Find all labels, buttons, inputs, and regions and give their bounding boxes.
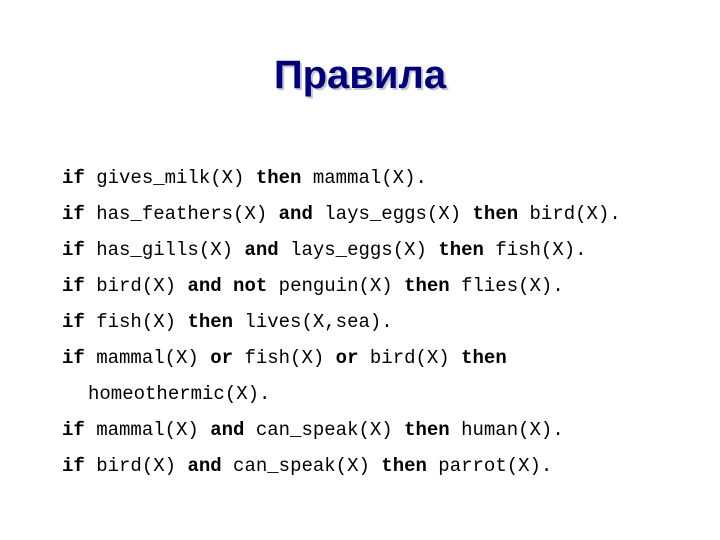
rule-keyword: then — [404, 275, 450, 297]
rule-keyword: and not — [187, 275, 268, 297]
rule-keyword: if — [62, 275, 85, 297]
rule-keyword: then — [438, 239, 484, 261]
rule-bird: if has_feathers(X) and lays_eggs(X) then… — [62, 196, 702, 232]
rule-keyword: if — [62, 347, 85, 369]
presentation-slide: Правила if gives_milk(X) then mammal(X).… — [0, 0, 720, 540]
rules-list: if gives_milk(X) then mammal(X). if has_f… — [62, 160, 702, 484]
rule-predicate: mammal(X) — [84, 419, 211, 441]
rule-predicate: penguin(X) — [267, 275, 405, 297]
rule-keyword: then — [255, 167, 302, 189]
rule-predicate: bird(X) — [84, 275, 188, 297]
rule-parrot: if bird(X) and can_speak(X) then parrot(… — [62, 448, 702, 484]
rule-keyword: if — [62, 419, 85, 441]
rule-predicate: lives(X,sea). — [233, 311, 393, 333]
rule-predicate: homeothermic(X). — [88, 383, 271, 405]
rule-predicate: can_speak(X) — [244, 419, 405, 441]
rule-homeothermic-cont: homeothermic(X). — [62, 376, 702, 412]
rule-fish: if has_gills(X) and lays_eggs(X) then fi… — [62, 232, 702, 268]
page-title: Правила — [273, 53, 447, 97]
rule-lives-sea: if fish(X) then lives(X,sea). — [62, 304, 702, 340]
rule-predicate: has_feathers(X) — [84, 203, 279, 225]
rule-predicate: lays_eggs(X) — [312, 203, 473, 225]
rule-predicate: bird(X) — [84, 455, 188, 477]
rule-keyword: if — [62, 203, 85, 225]
rule-homeothermic: if mammal(X) or fish(X) or bird(X) then — [62, 340, 702, 376]
rule-keyword: if — [62, 239, 85, 261]
rule-flies: if bird(X) and not penguin(X) then flies… — [62, 268, 702, 304]
rule-keyword: or — [210, 347, 234, 369]
rule-predicate: mammal(X). — [301, 167, 427, 189]
rule-predicate: bird(X). — [518, 203, 621, 225]
rule-keyword: then — [404, 419, 450, 441]
rule-keyword: and — [244, 239, 279, 261]
rule-mammal: if gives_milk(X) then mammal(X). — [62, 160, 702, 196]
rule-predicate: fish(X) — [84, 311, 188, 333]
rule-keyword: and — [187, 455, 222, 477]
rule-keyword: then — [461, 347, 507, 369]
rule-predicate: flies(X). — [449, 275, 564, 297]
rule-predicate: has_gills(X) — [84, 239, 245, 261]
rule-predicate: bird(X) — [358, 347, 462, 369]
rule-keyword: and — [278, 203, 313, 225]
rule-keyword: if — [62, 311, 85, 333]
rule-keyword: or — [335, 347, 359, 369]
rule-predicate: fish(X). — [483, 239, 587, 261]
rule-keyword: then — [472, 203, 519, 225]
rule-predicate: lays_eggs(X) — [278, 239, 439, 261]
rule-predicate: mammal(X) — [84, 347, 211, 369]
rule-human: if mammal(X) and can_speak(X) then human… — [62, 412, 702, 448]
rule-predicate: gives_milk(X) — [84, 167, 256, 189]
rule-keyword: then — [187, 311, 234, 333]
rule-predicate: can_speak(X) — [221, 455, 382, 477]
rule-keyword: then — [381, 455, 427, 477]
rule-keyword: if — [62, 167, 85, 189]
rule-predicate: human(X). — [449, 419, 564, 441]
rule-predicate: fish(X) — [233, 347, 336, 369]
rule-predicate: parrot(X). — [426, 455, 553, 477]
rule-keyword: and — [210, 419, 245, 441]
rule-keyword: if — [62, 455, 85, 477]
